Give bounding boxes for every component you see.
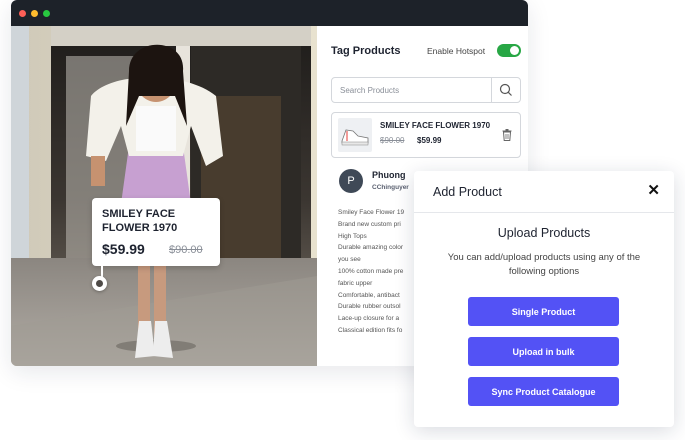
search-button[interactable] bbox=[491, 78, 520, 102]
window-minimize-dot[interactable] bbox=[31, 10, 38, 17]
hotspot-dot bbox=[96, 280, 103, 287]
product-thumbnail bbox=[338, 118, 372, 152]
tag-new-price: $59.99 bbox=[102, 241, 145, 257]
hotspot-label: Enable Hotspot bbox=[427, 46, 486, 56]
window-close-dot[interactable] bbox=[19, 10, 26, 17]
product-hotspot[interactable] bbox=[92, 276, 107, 291]
add-product-modal: Add Product ✕ Upload Products You can ad… bbox=[414, 171, 674, 427]
tag-product-name: SMILEY FACE FLOWER 1970 bbox=[102, 208, 178, 234]
toggle-knob bbox=[510, 46, 519, 55]
search-input[interactable] bbox=[340, 83, 485, 97]
delete-product-button[interactable] bbox=[502, 128, 512, 146]
user-handle: CChinguyer bbox=[372, 184, 409, 191]
avatar: P bbox=[339, 169, 363, 193]
upload-heading: Upload Products bbox=[497, 226, 591, 240]
product-new-price: $59.99 bbox=[417, 136, 442, 145]
sync-catalogue-button[interactable]: Sync Product Catalogue bbox=[468, 377, 619, 406]
panel-title: Tag Products bbox=[331, 45, 401, 57]
window-titlebar bbox=[11, 0, 528, 26]
upload-bulk-button[interactable]: Upload in bulk bbox=[468, 337, 619, 366]
modal-title: Add Product bbox=[433, 185, 502, 199]
tagged-product-card[interactable]: SMILEY FACE FLOWER 1970 $90.00 $59.99 bbox=[331, 112, 521, 158]
hotspot-toggle[interactable] bbox=[497, 44, 521, 57]
product-photo bbox=[11, 26, 317, 366]
modal-divider bbox=[414, 212, 674, 213]
photo-product-tag[interactable]: SMILEY FACE FLOWER 1970 $59.99 $90.00 bbox=[92, 198, 220, 266]
upload-subtitle: You can add/upload products using any of… bbox=[447, 252, 641, 277]
product-old-price: $90.00 bbox=[380, 136, 405, 145]
single-product-button[interactable]: Single Product bbox=[468, 297, 619, 326]
product-name: SMILEY FACE FLOWER 1970 bbox=[380, 121, 491, 130]
user-name: Phuong bbox=[372, 170, 406, 180]
sneaker-image bbox=[341, 129, 369, 146]
product-search-box bbox=[331, 77, 521, 103]
window-maximize-dot[interactable] bbox=[43, 10, 50, 17]
tag-old-price: $90.00 bbox=[169, 244, 203, 256]
trash-icon bbox=[502, 129, 512, 141]
search-icon bbox=[499, 83, 512, 96]
close-icon[interactable]: ✕ bbox=[647, 181, 660, 199]
